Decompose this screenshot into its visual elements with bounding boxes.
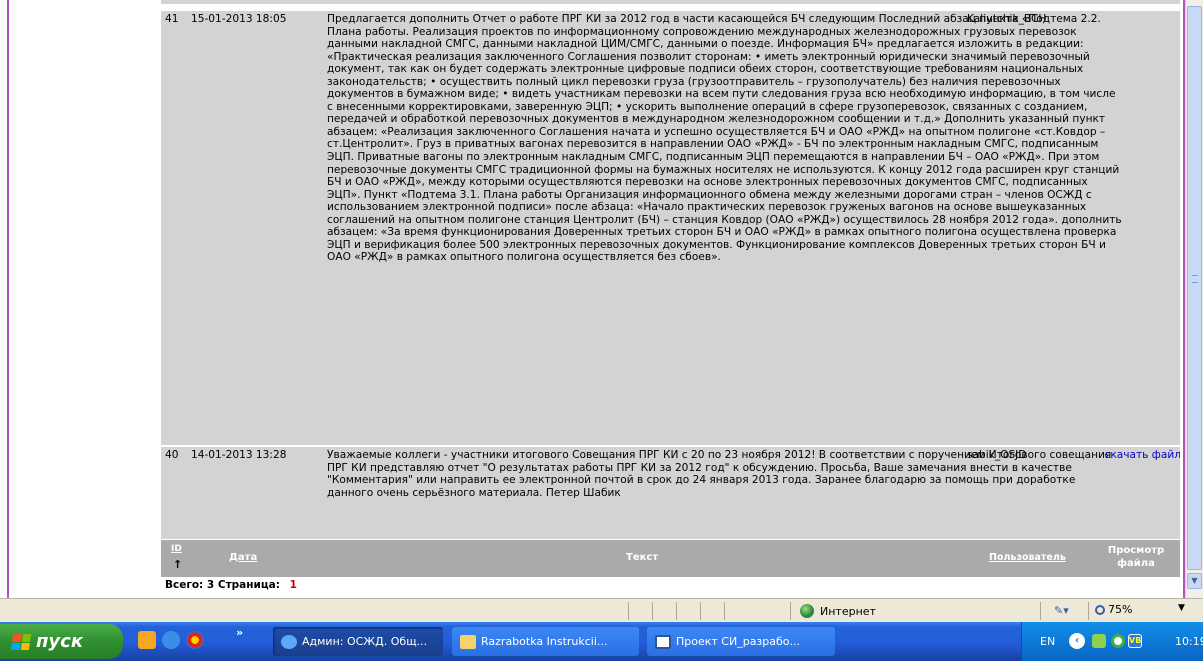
network-icon[interactable]	[1092, 634, 1106, 648]
status-divider	[676, 602, 677, 620]
protected-mode-icon[interactable]: ✎▾	[1054, 604, 1069, 617]
left-frame-border	[7, 0, 9, 598]
scrollbar-thumb[interactable]	[1187, 6, 1202, 570]
status-divider	[724, 602, 725, 620]
table-row: 40 14-01-2013 13:28 Уважаемые коллеги - …	[161, 447, 1180, 539]
row-user: sabik_OSJD	[967, 449, 1027, 461]
status-divider	[790, 602, 791, 620]
start-button[interactable]: пуск	[0, 624, 123, 659]
security-zone[interactable]: Интернет	[800, 603, 876, 619]
vertical-scrollbar[interactable]: ▼	[1185, 0, 1203, 598]
row-id: 40	[165, 449, 179, 461]
globe-icon	[800, 604, 814, 618]
chrome-icon[interactable]	[186, 631, 204, 649]
pagination: Всего: 3 Страница: 1	[165, 579, 297, 591]
windows-taskbar: пуск » Админ: ОСЖД. Общ... Razrabotka In…	[0, 622, 1203, 661]
taskbar-button-word[interactable]: Проект СИ_разрабо...	[647, 627, 835, 656]
quick-launch	[138, 631, 204, 649]
magnifier-icon	[1095, 604, 1105, 615]
page-label: Страница:	[217, 579, 280, 591]
taskbar-button-browser[interactable]: Админ: ОСЖД. Общ...	[273, 627, 443, 656]
browser-viewport: 41 15-01-2013 18:05 Предлагается дополни…	[0, 0, 1203, 598]
row-user: Kaliutchik_BCH	[967, 13, 1047, 25]
scrollbar-grip-icon	[1192, 275, 1198, 283]
taskbar-button-label: Razrabotka Instrukcii...	[481, 635, 608, 648]
folder-icon	[460, 634, 476, 649]
taskbar-button-label: Админ: ОСЖД. Общ...	[302, 635, 428, 648]
status-icon[interactable]	[1111, 634, 1125, 648]
language-indicator[interactable]: EN	[1040, 635, 1055, 648]
row-text: Предлагается дополнить Отчет о работе ПР…	[327, 13, 1122, 264]
clock[interactable]: 10:19	[1175, 635, 1203, 648]
quick-launch-more-icon[interactable]: »	[236, 626, 243, 639]
status-divider	[1040, 602, 1041, 620]
sort-by-user-link[interactable]: Пользователь	[989, 552, 1066, 563]
zoom-control[interactable]: 75%	[1095, 603, 1132, 616]
browser-status-bar: Интернет ✎▾ 75% ▼	[0, 598, 1203, 622]
zone-label: Интернет	[820, 604, 876, 618]
text-column-header: Текст	[626, 552, 659, 563]
table-row: 41 15-01-2013 18:05 Предлагается дополни…	[161, 11, 1180, 445]
sort-by-id-link[interactable]: ID	[171, 544, 182, 554]
row-id: 41	[165, 13, 179, 25]
word-icon	[655, 634, 671, 649]
download-file-link[interactable]: скачать файл	[1105, 449, 1180, 461]
ie-icon[interactable]	[162, 631, 180, 649]
system-tray: EN ‹ VB 10:19	[1021, 622, 1203, 661]
office-icon[interactable]	[138, 631, 156, 649]
windows-logo-icon	[10, 633, 32, 650]
scroll-down-button[interactable]: ▼	[1187, 573, 1202, 589]
status-divider	[1088, 602, 1089, 620]
zoom-dropdown-icon[interactable]: ▼	[1178, 603, 1185, 613]
ie-icon	[281, 634, 297, 649]
taskbar-button-folder[interactable]: Razrabotka Instrukcii...	[452, 627, 639, 656]
row-date: 15-01-2013 18:05	[191, 13, 287, 25]
comments-table: 41 15-01-2013 18:05 Предлагается дополни…	[161, 0, 1180, 598]
sort-by-date-link[interactable]: Дата	[229, 552, 257, 563]
tray-expand-icon[interactable]: ‹	[1069, 633, 1085, 649]
status-divider	[628, 602, 629, 620]
total-count: Всего: 3	[165, 579, 215, 591]
file-column-header: Просмотр файла	[1107, 545, 1165, 569]
vb-icon[interactable]: VB	[1128, 634, 1142, 648]
taskbar-button-label: Проект СИ_разрабо...	[676, 635, 801, 648]
row-date: 14-01-2013 13:28	[191, 449, 287, 461]
table-header: ID ↑ Дата Текст Пользователь Просмотр фа…	[161, 540, 1180, 577]
row-file: скачать файл	[1093, 449, 1180, 462]
status-divider	[652, 602, 653, 620]
table-row-previous	[161, 0, 1180, 4]
zoom-level: 75%	[1108, 603, 1133, 616]
page-number[interactable]: 1	[290, 579, 297, 591]
status-divider	[700, 602, 701, 620]
start-label: пуск	[36, 631, 84, 652]
sort-arrow-up-icon: ↑	[173, 558, 183, 571]
